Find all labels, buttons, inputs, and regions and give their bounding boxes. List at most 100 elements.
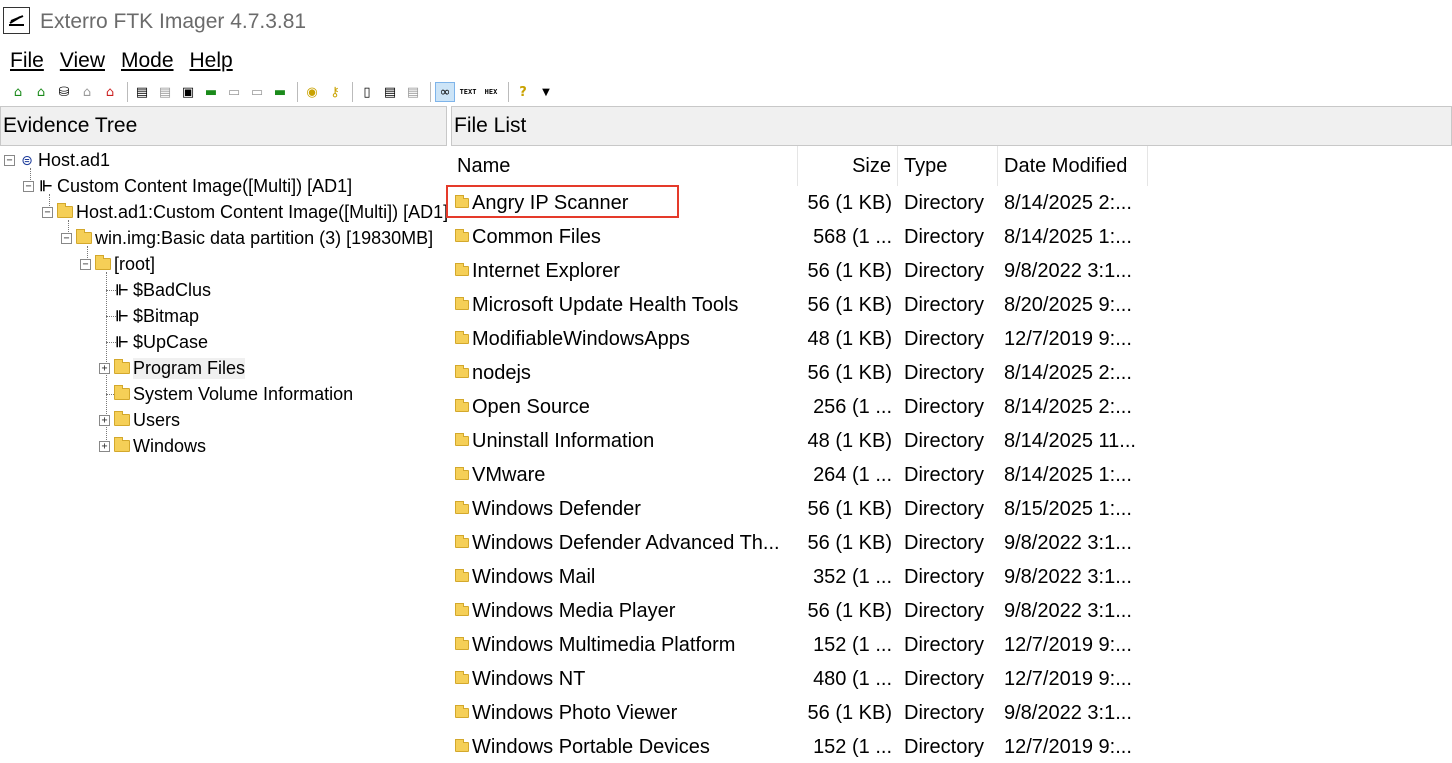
tree-node-win-img-partition[interactable]: − win.img:Basic data partition (3) [1983… xyxy=(61,225,433,251)
table-row[interactable]: Windows Mail 352 (1 ... Directory 9/8/2022 … xyxy=(451,560,1151,594)
tree-node-program-files[interactable]: + Program Files xyxy=(99,355,246,381)
tree-node-system-volume-information[interactable]: System Volume Information xyxy=(113,381,353,407)
column-header-label: Type xyxy=(904,154,948,177)
export-files-icon[interactable]: ▯ xyxy=(357,82,377,102)
cell-date-modified: 12/7/2019 9:... xyxy=(1004,633,1132,656)
add-evidence-icon[interactable]: ⌂ xyxy=(8,82,28,102)
hex-view-icon[interactable]: HEX xyxy=(481,82,501,102)
table-row[interactable]: Common Files 568 (1 ... Directory 8/14/2025… xyxy=(451,220,1151,254)
tree-node-label: $Bitmap xyxy=(133,305,200,326)
folder-icon xyxy=(455,229,469,242)
cell-size: 48 (1 KB) xyxy=(807,429,892,452)
expand-icon[interactable]: + xyxy=(99,362,110,374)
export-directory-listing-icon[interactable]: ▤ xyxy=(403,82,423,102)
collapse-icon[interactable]: − xyxy=(4,154,15,166)
folder-icon xyxy=(455,671,469,684)
collapse-icon[interactable]: − xyxy=(42,206,53,218)
evidence-tree[interactable]: − ⊜ Host.ad1 − ⊩ Custom Content Image([M… xyxy=(0,146,447,763)
toolbar-separator xyxy=(127,82,128,102)
cell-type: Directory xyxy=(904,633,985,656)
expand-icon[interactable]: + xyxy=(99,440,110,452)
obtain-protected-files-icon[interactable]: ◉ xyxy=(302,82,322,102)
folder-icon xyxy=(455,637,469,650)
tree-node-badclus[interactable]: ⊩ $BadClus xyxy=(113,277,211,303)
auto-view-icon[interactable]: ∞ xyxy=(435,82,455,102)
remove-evidence-icon[interactable]: ⌂ xyxy=(77,82,97,102)
table-row[interactable]: Internet Explorer 56 (1 KB) Directory 9/8/2… xyxy=(451,254,1151,288)
table-row[interactable]: Windows NT 480 (1 ... Directory 12/7/2019 9… xyxy=(451,662,1151,696)
table-row[interactable]: nodejs 56 (1 KB) Directory 8/14/2025 2:... xyxy=(451,356,1151,390)
cell-size: 56 (1 KB) xyxy=(807,293,892,316)
collapse-icon[interactable]: − xyxy=(23,180,34,192)
file-list[interactable]: Name Size Type Date Modified Angry IP Sc… xyxy=(451,146,1452,763)
cell-name: nodejs xyxy=(451,362,797,385)
table-row[interactable]: Open Source 256 (1 ... Directory 8/14/2025 … xyxy=(451,390,1151,424)
remove-all-evidence-icon[interactable]: ⌂ xyxy=(100,82,120,102)
table-row[interactable]: Microsoft Update Health Tools 56 (1 KB) Di… xyxy=(451,288,1151,322)
table-row[interactable]: Windows Portable Devices 152 (1 ... Direct… xyxy=(451,730,1151,763)
cell-date-modified: 8/14/2025 2:... xyxy=(1004,361,1132,384)
tree-node-root[interactable]: − [root] xyxy=(80,251,155,277)
folder-icon xyxy=(455,365,469,378)
column-header-type[interactable]: Type xyxy=(898,146,998,186)
folder-icon xyxy=(455,603,469,616)
tree-node-host-ad1-custom-content[interactable]: − Host.ad1:Custom Content Image([Multi])… xyxy=(42,199,447,225)
cell-date-modified: 8/14/2025 11... xyxy=(1004,429,1136,452)
text-view-icon[interactable]: TEXT xyxy=(458,82,478,102)
menu-help[interactable]: Help xyxy=(190,49,233,73)
create-disk-image-icon[interactable]: ▤ xyxy=(132,82,152,102)
table-row[interactable]: Uninstall Information 48 (1 KB) Directory 8… xyxy=(451,424,1151,458)
export-logical-image-icon[interactable]: ▣ xyxy=(178,82,198,102)
column-header-size[interactable]: Size xyxy=(798,146,898,186)
cell-name: Windows Multimedia Platform xyxy=(451,634,797,657)
help-icon[interactable]: ? xyxy=(513,82,533,102)
table-row[interactable]: Windows Defender Advanced Th... 56 (1 KB)… xyxy=(451,526,1151,560)
tree-node-host-ad1[interactable]: − ⊜ Host.ad1 xyxy=(4,147,110,173)
menu-view[interactable]: View xyxy=(60,49,105,73)
table-row[interactable]: Windows Media Player 56 (1 KB) Directory 9/… xyxy=(451,594,1151,628)
tree-node-windows[interactable]: + Windows xyxy=(99,433,206,459)
file-name: Windows Portable Devices xyxy=(472,735,710,758)
add-all-evidence-icon[interactable]: ⌂ xyxy=(31,82,51,102)
folder-icon xyxy=(56,203,74,220)
dropdown-icon[interactable]: ▼ xyxy=(536,82,556,102)
collapse-icon[interactable]: − xyxy=(61,232,72,244)
table-row[interactable]: Windows Multimedia Platform 152 (1 ... Dir… xyxy=(451,628,1151,662)
memory-capture-icon[interactable]: ▬ xyxy=(270,82,290,102)
tree-node-upcase[interactable]: ⊩ $UpCase xyxy=(113,329,208,355)
image-mounting-icon[interactable]: ⛁ xyxy=(54,82,74,102)
menu-file-label: File xyxy=(10,49,44,72)
add-to-custom-content-icon[interactable]: ▬ xyxy=(201,82,221,102)
column-header-name[interactable]: Name xyxy=(451,146,798,186)
menu-bar: File View Mode Help xyxy=(0,44,1452,78)
table-row[interactable]: ModifiableWindowsApps 48 (1 KB) Directory 1… xyxy=(451,322,1151,356)
tree-node-bitmap[interactable]: ⊩ $Bitmap xyxy=(113,303,199,329)
title-bar: Exterro FTK Imager 4.7.3.81 xyxy=(0,0,1452,44)
column-header-date-modified[interactable]: Date Modified xyxy=(998,146,1148,186)
detect-efs-icon[interactable]: ⚷ xyxy=(325,82,345,102)
expand-icon[interactable]: + xyxy=(99,414,110,426)
folder-icon xyxy=(113,359,131,376)
tree-node-custom-content-image[interactable]: − ⊩ Custom Content Image([Multi]) [AD1] xyxy=(23,173,352,199)
cell-size: 56 (1 KB) xyxy=(807,531,892,554)
decrypt-icon[interactable]: ▭ xyxy=(247,82,267,102)
tree-node-label: Program Files xyxy=(133,357,246,379)
tree-node-users[interactable]: + Users xyxy=(99,407,180,433)
table-row[interactable]: Windows Defender 56 (1 KB) Directory 8/15/2… xyxy=(451,492,1151,526)
menu-file[interactable]: File xyxy=(10,49,44,73)
text-view-label: TEXT xyxy=(459,87,477,96)
folder-icon xyxy=(455,331,469,344)
menu-mode[interactable]: Mode xyxy=(121,49,174,73)
file-list-header: File List xyxy=(451,106,1452,146)
export-hash-list-icon[interactable]: ▤ xyxy=(380,82,400,102)
cell-size: 56 (1 KB) xyxy=(807,701,892,724)
cell-name: Windows Mail xyxy=(451,566,797,589)
table-row[interactable]: VMware 264 (1 ... Directory 8/14/2025 1:... xyxy=(451,458,1151,492)
table-row[interactable]: Windows Photo Viewer 56 (1 KB) Directory 9/… xyxy=(451,696,1151,730)
create-custom-content-image-icon[interactable]: ▭ xyxy=(224,82,244,102)
folder-icon xyxy=(455,501,469,514)
collapse-icon[interactable]: − xyxy=(80,258,91,270)
export-disk-image-icon[interactable]: ▤ xyxy=(155,82,175,102)
file-name: Internet Explorer xyxy=(472,259,620,282)
cell-date-modified: 12/7/2019 9:... xyxy=(1004,327,1132,350)
